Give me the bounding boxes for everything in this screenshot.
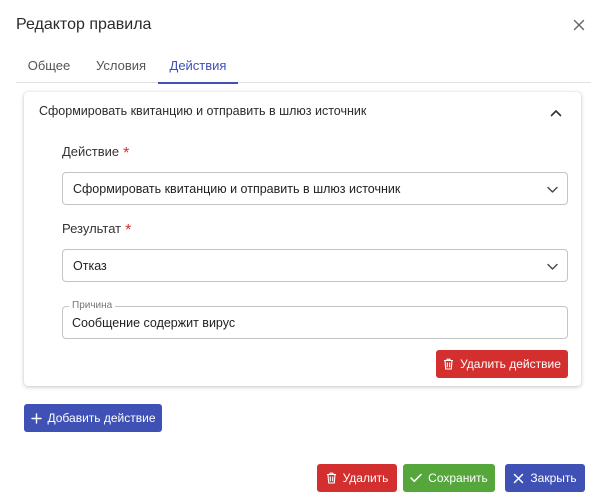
delete-rule-button[interactable]: Удалить [317, 464, 397, 492]
result-select[interactable]: Отказ [62, 249, 568, 282]
tab-bar: Общее Условия Действия [16, 52, 591, 84]
result-select-value: Отказ [73, 259, 107, 273]
plus-icon [30, 412, 42, 424]
close-label: Закрыть [530, 471, 577, 485]
trash-icon [326, 472, 336, 484]
delete-action-label: Удалить действие [460, 357, 561, 371]
action-select-value: Сформировать квитанцию и отправить в шлю… [73, 182, 401, 196]
delete-action-button[interactable]: Удалить действие [436, 350, 568, 378]
tab-general-label: Общее [27, 58, 71, 73]
required-mark: * [123, 145, 130, 162]
required-mark: * [125, 222, 132, 239]
action-field-label: Действие * [62, 143, 130, 162]
add-action-button[interactable]: Добавить действие [24, 404, 162, 432]
rule-editor-dialog: Редактор правила Общее Условия Действия … [0, 0, 605, 499]
close-button[interactable]: Закрыть [505, 464, 585, 492]
tab-general[interactable]: Общее [16, 52, 82, 83]
tab-actions-label: Действия [169, 58, 227, 73]
check-icon [410, 473, 422, 483]
tab-actions[interactable]: Действия [158, 52, 238, 84]
reason-input[interactable] [72, 316, 552, 330]
delete-rule-label: Удалить [342, 471, 389, 485]
save-button[interactable]: Сохранить [403, 464, 495, 492]
dialog-title: Редактор правила [16, 16, 152, 33]
result-label-text: Результат [62, 221, 122, 236]
action-card-header[interactable]: Сформировать квитанцию и отправить в шлю… [24, 92, 581, 130]
tab-conditions-label: Условия [95, 58, 147, 73]
save-label: Сохранить [428, 471, 488, 485]
action-label-text: Действие [62, 144, 120, 159]
chevron-up-icon [550, 110, 562, 117]
chevron-down-icon [547, 263, 558, 270]
close-icon [573, 19, 585, 31]
action-select[interactable]: Сформировать квитанцию и отправить в шлю… [62, 172, 568, 205]
result-field-label: Результат * [62, 220, 132, 239]
reason-field-label: Причина [69, 300, 116, 311]
tab-conditions[interactable]: Условия [88, 52, 154, 83]
action-card: Сформировать квитанцию и отправить в шлю… [24, 92, 581, 386]
close-icon [514, 473, 524, 483]
add-action-label: Добавить действие [47, 411, 156, 425]
action-card-title: Сформировать квитанцию и отправить в шлю… [39, 104, 367, 118]
reason-field[interactable]: Причина [62, 300, 568, 339]
chevron-down-icon [547, 186, 558, 193]
close-dialog-button[interactable] [571, 17, 587, 33]
collapse-button[interactable] [549, 106, 563, 120]
trash-icon [444, 358, 454, 370]
